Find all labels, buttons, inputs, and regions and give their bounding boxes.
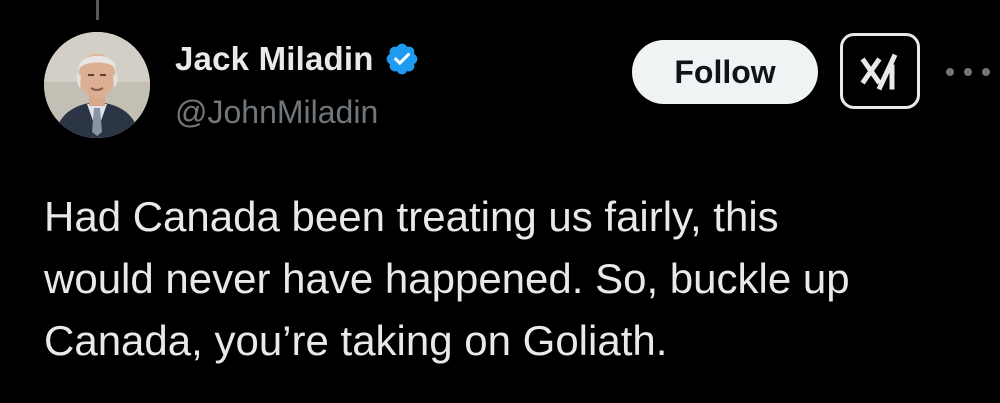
profile-photo — [44, 32, 150, 138]
verified-badge-icon[interactable] — [384, 41, 420, 77]
author-handle[interactable]: @JohnMiladin — [175, 94, 378, 131]
thread-connector-line — [96, 0, 99, 20]
more-horizontal-icon-dot — [964, 68, 972, 76]
more-horizontal-icon-dot — [982, 68, 990, 76]
grok-icon — [860, 53, 898, 91]
author-display-name[interactable]: Jack Miladin — [175, 40, 374, 78]
tweet-text: Had Canada been treating us fairly, this… — [44, 193, 850, 364]
avatar[interactable] — [44, 32, 150, 138]
author-name-row: Jack Miladin — [175, 40, 420, 78]
more-options-button[interactable] — [946, 62, 990, 82]
follow-button[interactable]: Follow — [632, 40, 818, 104]
more-horizontal-icon — [946, 68, 954, 76]
grok-button[interactable] — [840, 33, 920, 109]
